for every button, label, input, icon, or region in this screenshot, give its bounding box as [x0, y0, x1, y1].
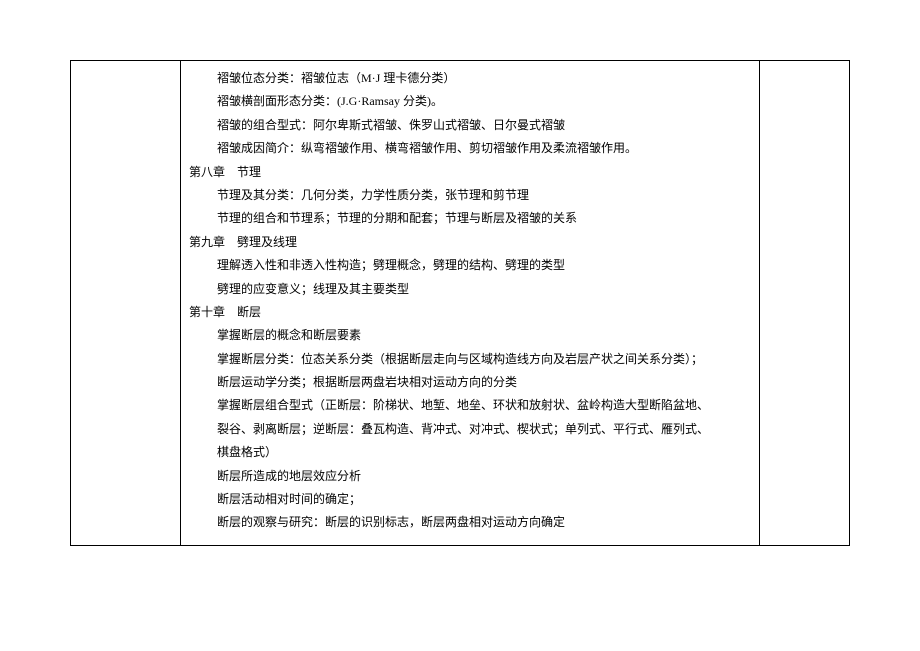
- content-line: 褶皱位态分类：褶皱位志（M·J 理卡德分类）: [189, 67, 751, 90]
- content-line: 棋盘格式）: [189, 441, 751, 464]
- content-line: 节理的组合和节理系；节理的分期和配套；节理与断层及褶皱的关系: [189, 207, 751, 230]
- left-cell: [71, 61, 181, 546]
- content-line: 理解透入性和非透入性构造；劈理概念，劈理的结构、劈理的类型: [189, 254, 751, 277]
- content-line: 第九章 劈理及线理: [189, 231, 751, 254]
- content-line: 第十章 断层: [189, 301, 751, 324]
- content-line: 断层的观察与研究：断层的识别标志，断层两盘相对运动方向确定: [189, 511, 751, 534]
- content-line: 掌握断层组合型式（正断层：阶梯状、地堑、地垒、环状和放射状、盆岭构造大型断陷盆地…: [189, 394, 751, 417]
- content-line: 掌握断层的概念和断层要素: [189, 324, 751, 347]
- document-page: 褶皱位态分类：褶皱位志（M·J 理卡德分类）褶皱横剖面形态分类：(J.G·Ram…: [0, 0, 920, 546]
- content-line: 断层活动相对时间的确定；: [189, 488, 751, 511]
- content-block: 褶皱位态分类：褶皱位志（M·J 理卡德分类）褶皱横剖面形态分类：(J.G·Ram…: [189, 67, 751, 535]
- content-line: 褶皱横剖面形态分类：(J.G·Ramsay 分类)。: [189, 90, 751, 113]
- right-cell: [760, 61, 850, 546]
- content-line: 断层所造成的地层效应分析: [189, 465, 751, 488]
- content-line: 断层运动学分类；根据断层两盘岩块相对运动方向的分类: [189, 371, 751, 394]
- content-line: 褶皱的组合型式：阿尔卑斯式褶皱、侏罗山式褶皱、日尔曼式褶皱: [189, 114, 751, 137]
- content-line: 第八章 节理: [189, 161, 751, 184]
- content-line: 掌握断层分类：位态关系分类（根据断层走向与区域构造线方向及岩层产状之间关系分类）…: [189, 348, 751, 371]
- content-line: 劈理的应变意义；线理及其主要类型: [189, 278, 751, 301]
- outline-table: 褶皱位态分类：褶皱位志（M·J 理卡德分类）褶皱横剖面形态分类：(J.G·Ram…: [70, 60, 850, 546]
- content-line: 褶皱成因简介：纵弯褶皱作用、横弯褶皱作用、剪切褶皱作用及柔流褶皱作用。: [189, 137, 751, 160]
- table-row: 褶皱位态分类：褶皱位志（M·J 理卡德分类）褶皱横剖面形态分类：(J.G·Ram…: [71, 61, 850, 546]
- content-cell: 褶皱位态分类：褶皱位志（M·J 理卡德分类）褶皱横剖面形态分类：(J.G·Ram…: [181, 61, 760, 546]
- content-line: 节理及其分类：几何分类，力学性质分类，张节理和剪节理: [189, 184, 751, 207]
- content-line: 裂谷、剥离断层；逆断层：叠瓦构造、背冲式、对冲式、楔状式；单列式、平行式、雁列式…: [189, 418, 751, 441]
